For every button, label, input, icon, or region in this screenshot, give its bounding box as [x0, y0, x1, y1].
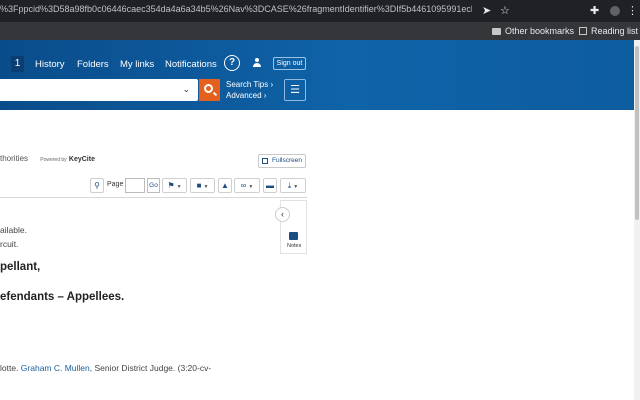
doc-line-availability: ailable. [0, 225, 27, 235]
search-icon [204, 84, 213, 93]
bell-icon: ▲ [221, 181, 229, 190]
download-button[interactable]: ⤓ ▼ [280, 178, 306, 193]
nav-folders[interactable]: Folders [77, 59, 109, 70]
scroll-thumb[interactable] [635, 46, 639, 220]
go-button[interactable]: Go [147, 178, 160, 193]
search-list-button[interactable]: ☰ [284, 79, 306, 101]
court-line: lotte. Graham C. Mullen, Senior District… [0, 363, 212, 373]
reading-list-icon [579, 27, 587, 35]
document-toolbar: ⚲ Page Go ⚑ ▼ ■ ▼ ▲ ∞ ▼ ▬ ⤓ ▼ [0, 176, 307, 196]
link-icon: ∞ [240, 181, 247, 190]
search-button[interactable] [199, 79, 220, 101]
toolbar-divider [0, 197, 307, 198]
chevron-down-icon: ▼ [293, 184, 299, 190]
star-icon[interactable]: ☆ [500, 4, 510, 17]
list-check-icon: ☰ [290, 84, 300, 96]
alert-button[interactable]: ▲ [218, 178, 232, 193]
keycite-logo: KeyCite [68, 156, 95, 163]
bookmarks-bar: Other bookmarks Reading list [0, 22, 640, 40]
search-tips-link[interactable]: Search Tips › [226, 80, 273, 89]
link-button[interactable]: ∞ ▼ [234, 178, 260, 193]
page-label: Page [107, 181, 124, 188]
sign-out-button[interactable]: Sign out [273, 57, 306, 70]
profile-avatar[interactable] [610, 6, 620, 16]
chevron-down-icon[interactable]: ⌄ [182, 84, 190, 95]
nav-notifications[interactable]: Notifications [165, 59, 217, 70]
note-icon: ■ [196, 181, 202, 190]
collapse-panel-button[interactable]: ‹ [275, 207, 290, 222]
fullscreen-button[interactable]: Fullscreen [258, 154, 306, 168]
search-in-document-button[interactable]: ⚲ [90, 178, 104, 193]
flag-button[interactable]: ⚑ ▼ [162, 178, 187, 193]
browser-address-bar[interactable]: %3Fppcid%3D58a98fb0c06446caec354da4a6a34… [0, 0, 640, 22]
user-icon[interactable] [252, 58, 262, 68]
notes-label[interactable]: Notes [287, 243, 301, 249]
download-icon: ⤓ [287, 181, 292, 190]
help-icon[interactable]: ? [224, 55, 240, 71]
annotate-button[interactable]: ■ ▼ [190, 178, 215, 193]
document-tabs-row: thorities Powered by KeyCite [0, 154, 95, 163]
save-to-folder-button[interactable]: ▬ [263, 178, 277, 193]
flag-icon: ⚑ [167, 181, 175, 190]
page-input[interactable] [125, 178, 145, 193]
other-bookmarks[interactable]: Other bookmarks [492, 26, 574, 36]
send-icon[interactable]: ➤ [482, 4, 491, 17]
chevron-down-icon: ▼ [248, 184, 254, 190]
search-box[interactable]: ⌄ [0, 79, 198, 101]
notes-icon[interactable] [289, 232, 298, 240]
advanced-search-link[interactable]: Advanced › [226, 91, 266, 100]
folder-icon: ▬ [266, 181, 274, 190]
tab-authorities[interactable]: thorities [0, 154, 28, 163]
url-text[interactable]: %3Fppcid%3D58a98fb0c06446caec354da4a6a34… [0, 4, 472, 14]
more-menu-icon[interactable]: ⋮ [627, 4, 638, 17]
search-icon: ⚲ [94, 181, 100, 190]
chevron-down-icon: ▼ [203, 184, 209, 190]
search-input[interactable] [0, 79, 175, 101]
party-appellant: pellant, [0, 261, 41, 273]
chevron-down-icon: ▼ [176, 184, 182, 190]
folder-icon [492, 28, 501, 35]
nav-history[interactable]: History [35, 59, 65, 70]
judge-link[interactable]: Graham C. Mullen [21, 363, 90, 373]
nav-number-badge[interactable]: 1 [11, 56, 24, 72]
doc-line-circuit: rcuit. [0, 239, 19, 249]
powered-by-label: Powered by [40, 157, 67, 163]
reading-list[interactable]: Reading list [579, 26, 638, 36]
party-appellees: efendants – Appellees. [0, 291, 125, 303]
page-scrollbar[interactable] [634, 40, 640, 400]
extensions-icon[interactable]: ✚ [590, 4, 599, 17]
nav-my-links[interactable]: My links [120, 59, 154, 70]
fullscreen-icon [262, 158, 268, 164]
site-header: 1 History Folders My links Notifications… [0, 40, 634, 110]
